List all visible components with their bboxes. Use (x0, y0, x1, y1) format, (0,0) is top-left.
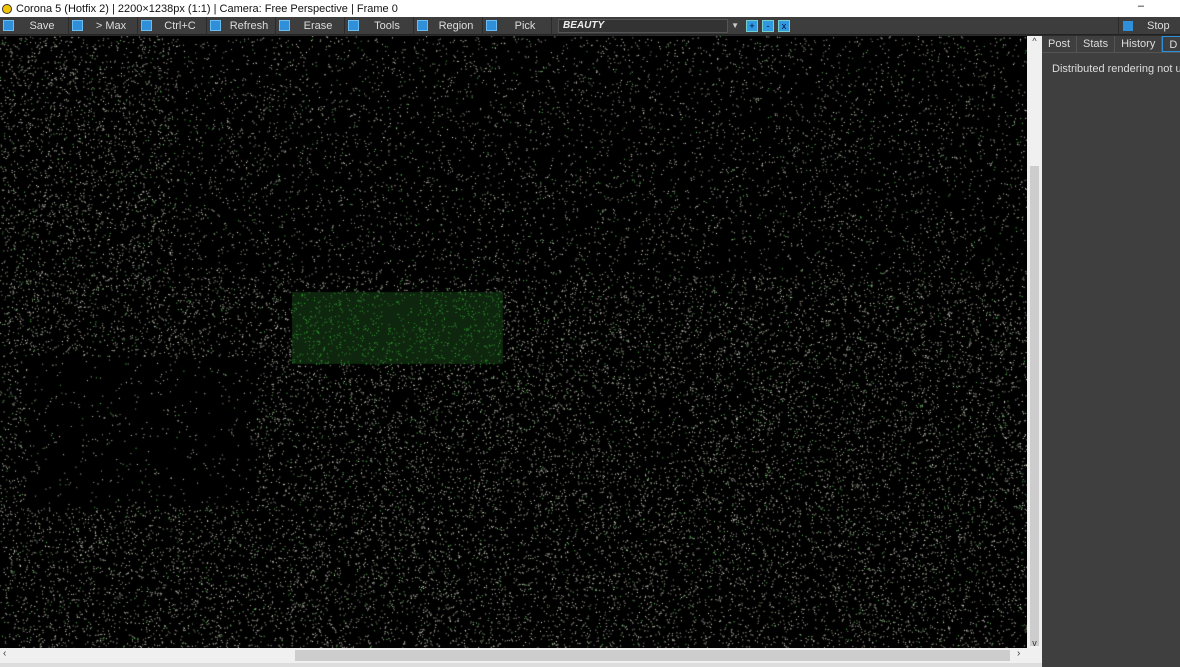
region-icon (417, 20, 428, 31)
scroll-down-arrow[interactable]: v (1027, 638, 1042, 648)
zoom-fit-button[interactable]: x (778, 20, 790, 32)
max-icon (72, 20, 83, 31)
refresh-button[interactable]: Refresh (207, 17, 276, 35)
status-strip (0, 663, 1042, 667)
chevron-down-icon: ▼ (731, 20, 739, 32)
tab-post[interactable]: Post (1042, 36, 1077, 52)
save-icon (3, 20, 14, 31)
pick-button[interactable]: Pick (483, 17, 552, 35)
dr-status-message: Distributed rendering not us (1042, 53, 1180, 75)
side-panel: Post Stats History D Distributed renderi… (1042, 36, 1180, 667)
vertical-scrollbar[interactable]: ^ v (1027, 36, 1042, 648)
scroll-up-arrow[interactable]: ^ (1027, 36, 1042, 46)
corona-logo-icon (2, 4, 12, 14)
save-button[interactable]: Save (0, 17, 69, 35)
render-viewport[interactable] (0, 36, 1027, 648)
erase-icon (279, 20, 290, 31)
tab-dr[interactable]: D (1162, 36, 1180, 52)
erase-button[interactable]: Erase (276, 17, 345, 35)
toolbar: Save > Max Ctrl+C Refresh Erase Tools Re… (0, 17, 1180, 35)
stop-button[interactable]: Stop (1118, 17, 1180, 35)
scroll-left-arrow[interactable]: ‹ (3, 648, 6, 659)
max-button[interactable]: > Max (69, 17, 138, 35)
tab-history[interactable]: History (1115, 36, 1162, 52)
tab-stats[interactable]: Stats (1077, 36, 1115, 52)
minimize-button[interactable]: – (1138, 0, 1144, 12)
tools-button[interactable]: Tools (345, 17, 414, 35)
stop-icon (1123, 21, 1133, 31)
title-bar: Corona 5 (Hotfix 2) | 2200×1238px (1:1) … (0, 0, 1180, 17)
gear-icon (348, 20, 359, 31)
horizontal-scroll-thumb[interactable] (295, 650, 1010, 661)
copy-icon (141, 20, 152, 31)
horizontal-scrollbar[interactable]: ‹ › (0, 648, 1042, 663)
zoom-out-button[interactable]: - (762, 20, 774, 32)
region-button[interactable]: Region (414, 17, 483, 35)
refresh-icon (210, 20, 221, 31)
window-title: Corona 5 (Hotfix 2) | 2200×1238px (1:1) … (16, 3, 398, 15)
copy-button[interactable]: Ctrl+C (138, 17, 207, 35)
vertical-scroll-thumb[interactable] (1030, 166, 1039, 646)
zoom-in-button[interactable]: + (746, 20, 758, 32)
render-pass-select[interactable]: BEAUTY ▼ (558, 19, 728, 33)
render-image (0, 36, 1027, 648)
scroll-right-arrow[interactable]: › (1017, 648, 1020, 659)
hand-icon (486, 20, 497, 31)
